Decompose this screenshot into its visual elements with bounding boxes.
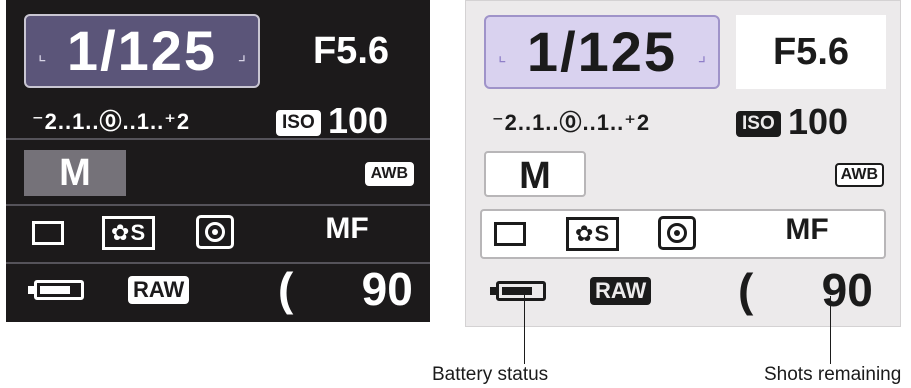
dial-arrow-right-icon: ⌟ [697,45,706,65]
shots-remaining-value: 90 [821,264,873,316]
divider [6,204,430,206]
battery-fill [40,286,70,294]
aperture-value[interactable]: F5.6 [736,15,886,89]
evaluative-metering-icon[interactable] [658,216,696,250]
battery-status-label: Battery status [432,364,549,385]
shots-bracket-close: ) [738,317,764,326]
iso-icon: ISO [276,110,321,136]
battery-callout-line [524,290,525,364]
iso-icon: ISO [736,111,781,137]
picture-style-label: S [130,220,147,245]
white-balance-icon[interactable]: AWB [834,163,884,187]
focus-mode[interactable]: MF [302,212,392,246]
image-quality[interactable]: RAW [590,277,652,305]
iso-value[interactable]: 100 [788,101,848,143]
white-balance-icon[interactable]: AWB [364,162,414,186]
battery-icon [28,280,84,300]
shots-bracket-open: ( [278,263,294,315]
picture-style-icon[interactable]: ✿S [566,217,620,251]
battery-fill [502,287,532,295]
shutter-speed-box[interactable]: ⌞ 1/125 ⌟ [484,15,720,89]
image-quality[interactable]: RAW [128,276,190,304]
shots-remaining-value: 90 [361,263,413,315]
battery-icon [490,281,546,301]
shooting-mode[interactable]: M [24,150,126,196]
exposure-level-scale[interactable]: ⁻2..1..⓪..1..⁺2 [32,104,190,136]
shots-callout-line [830,296,831,364]
shots-bracket-close: ) [278,316,304,322]
shots-bracket-open: ( [738,264,754,316]
aperture-value[interactable]: F5.6 [276,14,426,88]
evaluative-metering-icon[interactable] [196,215,234,249]
camera-screen-dark: ⌞ 1/125 ⌟ F5.6 ⁻2..1..⓪..1..⁺2 ISO 100 M… [6,0,430,322]
shutter-speed-value: 1/125 [66,19,218,82]
picture-style-icon[interactable]: ✿S [102,216,156,250]
dial-arrow-right-icon: ⌟ [237,44,246,64]
iso-value[interactable]: 100 [328,100,388,142]
focus-mode[interactable]: MF [762,213,852,247]
camera-screen-light: ⌞ 1/125 ⌟ F5.6 ⁻2..1..⓪..1..⁺2 ISO 100 M… [465,0,901,327]
shots-remaining: ( 90 ) [738,263,900,326]
shutter-speed-box[interactable]: ⌞ 1/125 ⌟ [24,14,260,88]
exposure-level-scale[interactable]: ⁻2..1..⓪..1..⁺2 [492,105,650,137]
shots-remaining-label: Shots remaining [764,364,902,385]
shots-remaining: ( 90 ) [278,262,430,322]
single-shot-drive-icon[interactable] [494,222,526,246]
single-shot-drive-icon[interactable] [32,221,64,245]
divider [6,138,430,140]
shutter-speed-value: 1/125 [526,20,678,83]
picture-style-label: S [594,221,611,246]
shooting-mode[interactable]: M [484,151,586,197]
